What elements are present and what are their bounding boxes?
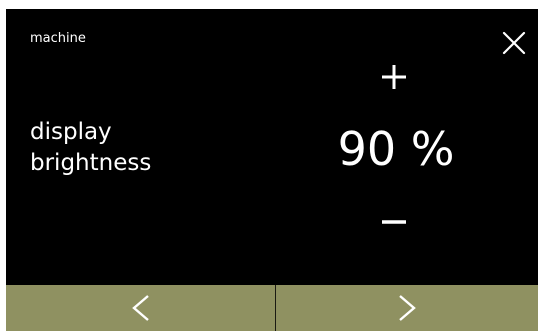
brightness-value: 90 % bbox=[337, 122, 455, 176]
close-icon bbox=[502, 31, 526, 55]
device-frame: machine display brightness 90 % bbox=[0, 0, 544, 331]
settings-screen: machine display brightness 90 % bbox=[6, 9, 538, 331]
chevron-left-icon bbox=[131, 295, 149, 321]
navigation-bar bbox=[6, 285, 538, 331]
close-button[interactable] bbox=[500, 29, 528, 57]
plus-icon bbox=[382, 65, 406, 89]
chevron-right-icon bbox=[399, 295, 416, 321]
previous-button[interactable] bbox=[6, 285, 275, 331]
increase-button[interactable] bbox=[376, 59, 412, 95]
section-label: machine bbox=[30, 31, 86, 46]
minus-icon bbox=[382, 220, 406, 224]
next-button[interactable] bbox=[276, 285, 538, 331]
setting-label: display brightness bbox=[30, 117, 230, 179]
setting-label-line2: brightness bbox=[30, 150, 152, 176]
setting-label-line1: display bbox=[30, 119, 112, 145]
decrease-button[interactable] bbox=[376, 204, 412, 240]
